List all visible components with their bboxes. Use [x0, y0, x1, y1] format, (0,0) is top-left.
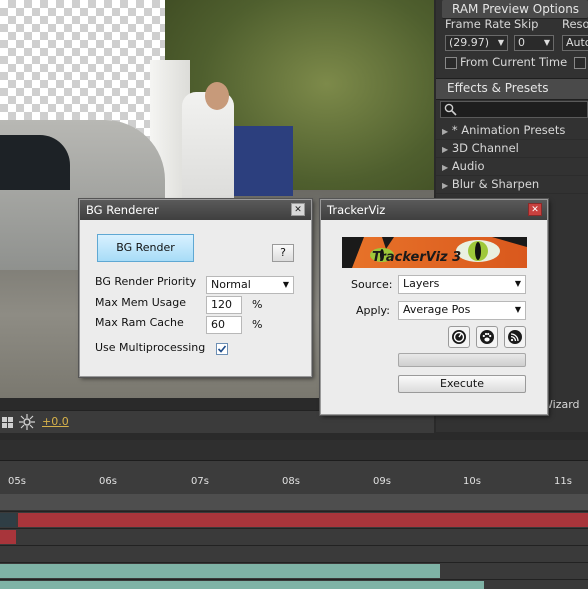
bg-renderer-title: BG Renderer	[86, 203, 159, 217]
max-mem-input[interactable]: 120	[206, 296, 242, 314]
bg-renderer-titlebar[interactable]: BG Renderer	[80, 200, 311, 220]
search-icon	[444, 103, 457, 119]
effects-presets-header[interactable]: Effects & Presets	[436, 78, 588, 100]
resolution-label: Reso	[562, 17, 588, 31]
expand-arrow-icon: ▶	[442, 181, 449, 190]
trackerviz-dialog: TrackerViz ✕ TrackerViz 3 Source: Layers…	[320, 199, 548, 415]
time-tick: 11s	[554, 476, 572, 487]
layer-row[interactable]	[0, 511, 588, 528]
skip-label: Skip	[514, 17, 539, 31]
time-ruler[interactable]: 05s 06s 07s 08s 09s 10s 11s	[0, 460, 588, 495]
priority-select[interactable]: Normal ▼	[206, 276, 294, 294]
tree-item-label: 3D Channel	[451, 141, 519, 155]
car-window	[0, 135, 70, 190]
apply-label: Apply:	[356, 304, 390, 317]
tree-item-3d-channel[interactable]: ▶ 3D Channel	[436, 140, 588, 158]
time-tick: 05s	[8, 476, 26, 487]
timer-icon[interactable]	[448, 326, 470, 348]
max-mem-label: Max Mem Usage	[95, 296, 186, 309]
chevron-down-icon: ▼	[282, 280, 289, 289]
execute-button[interactable]: Execute	[398, 375, 526, 393]
effects-presets-title: Effects & Presets	[447, 81, 549, 95]
from-current-time-label: From Current Time	[460, 55, 568, 69]
expand-arrow-icon: ▶	[442, 163, 449, 172]
resolution-value: Auto	[566, 36, 588, 49]
priority-value: Normal	[211, 278, 251, 291]
layer-label	[0, 513, 16, 527]
tree-item-animation-presets[interactable]: ▶ * Animation Presets	[436, 122, 588, 140]
priority-label: BG Render Priority	[95, 275, 197, 288]
help-button[interactable]: ?	[272, 244, 294, 262]
percent-symbol: %	[252, 318, 263, 331]
time-tick: 06s	[99, 476, 117, 487]
from-current-time-checkbox[interactable]	[445, 57, 457, 69]
layer-bar-red-short[interactable]	[0, 530, 16, 544]
person-figure	[182, 92, 234, 202]
chevron-down-icon: ▼	[543, 38, 550, 47]
layer-bar-teal[interactable]	[0, 564, 440, 578]
work-area-bar[interactable]	[0, 494, 588, 510]
paw-icon[interactable]	[476, 326, 498, 348]
frame-rate-label: Frame Rate	[445, 17, 511, 31]
expand-arrow-icon: ▶	[442, 145, 449, 154]
time-tick: 10s	[463, 476, 481, 487]
logo-text: TrackerViz 3	[372, 250, 462, 265]
trackerviz-logo: TrackerViz 3	[342, 237, 527, 268]
time-tick: 08s	[282, 476, 300, 487]
trackerviz-title: TrackerViz	[327, 203, 386, 217]
max-ram-label: Max Ram Cache	[95, 316, 184, 329]
apply-select[interactable]: Average Pos ▼	[398, 301, 526, 320]
layer-bar-red[interactable]	[18, 513, 588, 527]
resolution-select[interactable]: Auto	[562, 35, 588, 51]
skip-value: 0	[518, 36, 525, 49]
frame-rate-select[interactable]: (29.97) ▼	[445, 35, 508, 51]
source-value: Layers	[403, 277, 440, 290]
close-icon[interactable]: ✕	[291, 203, 305, 216]
layer-row[interactable]	[0, 562, 588, 579]
progress-bar	[398, 353, 526, 367]
tree-item-label: Blur & Sharpen	[451, 177, 540, 191]
chevron-down-icon: ▼	[514, 305, 521, 314]
multiprocessing-checkbox[interactable]	[216, 343, 228, 355]
signal-icon[interactable]	[504, 326, 526, 348]
chevron-down-icon: ▼	[497, 38, 504, 47]
multiprocessing-label: Use Multiprocessing	[95, 341, 206, 354]
source-label: Source:	[351, 278, 393, 291]
checkmark-icon	[217, 345, 227, 353]
chevron-down-icon: ▼	[514, 279, 521, 288]
layer-row[interactable]	[0, 528, 588, 545]
effects-tree: ▶ * Animation Presets ▶ 3D Channel ▶ Aud…	[436, 122, 588, 194]
fullscreen-checkbox[interactable]	[574, 57, 586, 69]
trackerviz-titlebar[interactable]: TrackerViz	[321, 200, 547, 220]
region-grid-icon[interactable]	[2, 414, 14, 428]
bg-renderer-dialog: BG Renderer ✕ BG Render ? BG Render Prio…	[79, 199, 312, 377]
skip-select[interactable]: 0 ▼	[514, 35, 554, 51]
tree-item-label: Audio	[451, 159, 485, 173]
close-icon[interactable]: ✕	[528, 203, 542, 216]
tree-item-blur-sharpen[interactable]: ▶ Blur & Sharpen	[436, 176, 588, 194]
bg-render-button[interactable]: BG Render	[97, 234, 194, 262]
time-tick: 09s	[373, 476, 391, 487]
apply-value: Average Pos	[403, 303, 471, 316]
person-head	[205, 82, 229, 110]
time-tick: 07s	[191, 476, 209, 487]
max-ram-input[interactable]: 60	[206, 316, 242, 334]
tree-item-label: * Animation Presets	[451, 123, 566, 137]
source-select[interactable]: Layers ▼	[398, 275, 526, 294]
layer-row[interactable]	[0, 545, 588, 562]
exposure-reset-icon[interactable]	[18, 413, 36, 431]
exposure-value[interactable]: +0.0	[42, 415, 69, 428]
expand-arrow-icon: ▶	[442, 127, 449, 136]
percent-symbol: %	[252, 298, 263, 311]
effects-search-input[interactable]	[440, 101, 588, 118]
blue-bin	[233, 126, 293, 196]
tree-item-audio[interactable]: ▶ Audio	[436, 158, 588, 176]
frame-rate-value: (29.97)	[449, 36, 490, 49]
